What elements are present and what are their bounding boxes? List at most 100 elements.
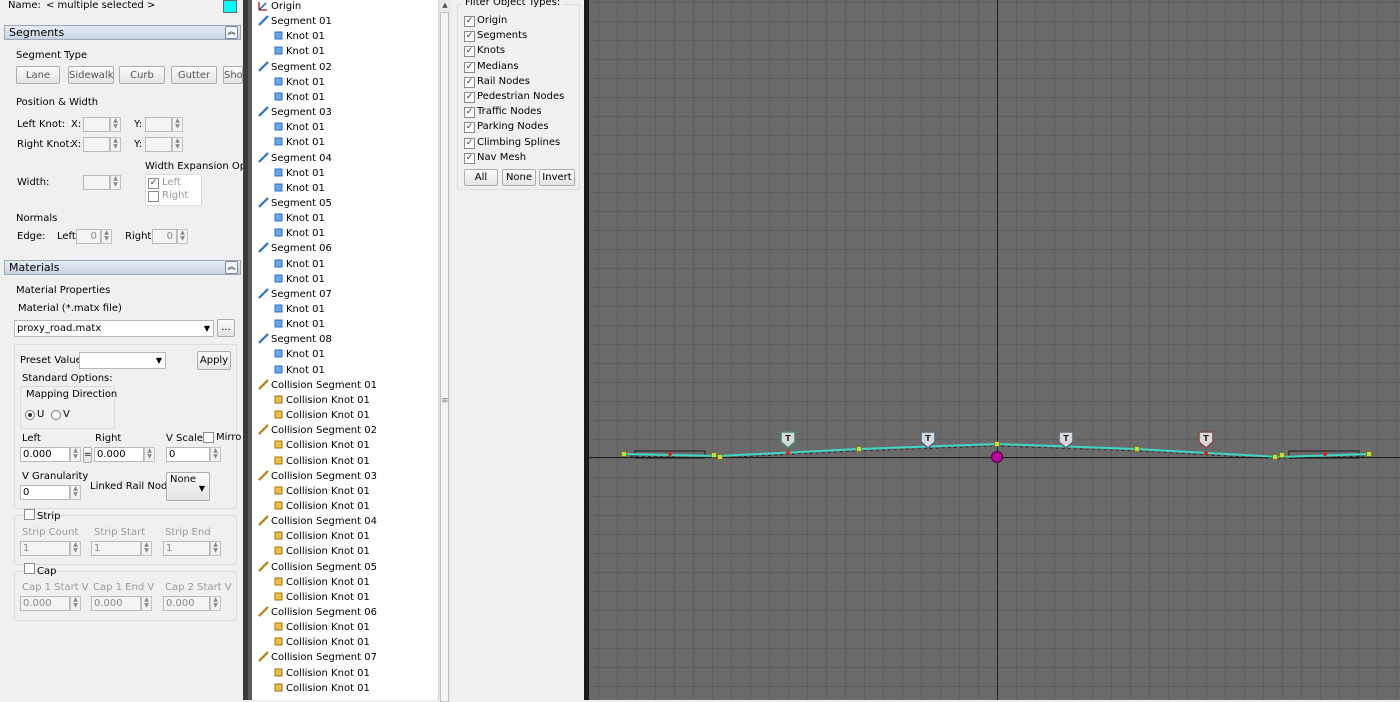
vscale-input[interactable]: 0 — [166, 447, 210, 462]
preset-values-select[interactable]: ▼ — [79, 352, 166, 369]
cap1-end-input[interactable]: 0.000 — [91, 596, 141, 611]
tree-item-knot[interactable]: Knot 01 — [273, 90, 325, 105]
filter-nav-mesh-checkbox[interactable]: ✓ — [464, 152, 475, 164]
collapse-icon[interactable]: ︽ — [225, 261, 238, 274]
tree-item-collision-segment[interactable]: Collision Segment 03 — [258, 469, 377, 484]
tree-item-segment[interactable]: Segment 07 — [258, 287, 332, 302]
segment-type-sidewalk-button[interactable]: Sidewalk — [68, 66, 114, 84]
tree-item-segment[interactable]: Segment 02 — [258, 60, 332, 75]
tree-item-collision-knot[interactable]: Collision Knot 01 — [273, 681, 370, 696]
filter-pedestrian-nodes-checkbox[interactable]: ✓ — [464, 92, 475, 103]
tree-item-collision-knot[interactable]: Collision Knot 01 — [273, 529, 370, 544]
tree-item-collision-knot[interactable]: Collision Knot 01 — [273, 666, 370, 681]
segments-section-header[interactable]: Segments ︽ — [4, 25, 241, 40]
scroll-up-arrow[interactable]: ▲ — [440, 0, 450, 10]
tree-item-collision-knot[interactable]: Collision Knot 01 — [273, 575, 370, 590]
tree-item-knot[interactable]: Knot 01 — [273, 302, 325, 317]
tree-item-collision-knot[interactable]: Collision Knot 01 — [273, 484, 370, 499]
left-knot-y-stepper[interactable]: ▲ ▼ — [172, 117, 183, 132]
tree-item-knot[interactable]: Knot 01 — [273, 257, 325, 272]
map-right-stepper[interactable]: ▲ ▼ — [144, 447, 155, 462]
tree-item-collision-knot[interactable]: Collision Knot 01 — [273, 635, 370, 650]
filter-medians-checkbox[interactable]: ✓ — [464, 61, 475, 73]
strip-count-stepper[interactable]: ▲ ▼ — [70, 541, 81, 556]
segment-type-gutter-button[interactable]: Gutter — [171, 66, 217, 84]
filter-climbing-splines-checkbox[interactable]: ✓ — [464, 137, 475, 149]
strip-start-stepper[interactable]: ▲ ▼ — [141, 541, 152, 556]
tree-item-segment[interactable]: Segment 06 — [258, 241, 332, 256]
tree-item-collision-knot[interactable]: Collision Knot 01 — [273, 620, 370, 635]
width-stepper[interactable]: ▲ ▼ — [110, 175, 121, 190]
tree-item-segment[interactable]: Segment 01 — [258, 14, 332, 29]
width-input[interactable] — [83, 175, 110, 190]
edge-left-input[interactable]: 0 — [76, 229, 101, 244]
materials-section-header[interactable]: Materials ︽ — [4, 260, 241, 275]
segment-type-sho-button[interactable]: Sho — [223, 66, 243, 84]
tree-item-collision-segment[interactable]: Collision Segment 05 — [258, 560, 377, 575]
cap2-start-stepper[interactable]: ▲ ▼ — [210, 596, 221, 611]
tree-item-knot[interactable]: Knot 01 — [273, 317, 325, 332]
tree-item-knot[interactable]: Knot 01 — [273, 211, 325, 226]
tree-item-collision-segment[interactable]: Collision Segment 07 — [258, 650, 377, 665]
strip-end-stepper[interactable]: ▲ ▼ — [210, 541, 221, 556]
map-left-input[interactable]: 0.000 — [20, 447, 70, 462]
tree-item-knot[interactable]: Knot 01 — [273, 272, 325, 287]
filter-segments-checkbox[interactable]: ✓ — [464, 31, 475, 43]
tree-item-collision-knot[interactable]: Collision Knot 01 — [273, 393, 370, 408]
mirror-checkbox[interactable] — [203, 432, 214, 443]
mapping-u-radio[interactable] — [25, 410, 35, 420]
segment-type-curb-button[interactable]: Curb — [119, 66, 165, 84]
tree-item-collision-segment[interactable]: Collision Segment 01 — [258, 378, 377, 393]
tree-item-segment[interactable]: Segment 04 — [258, 151, 332, 166]
strip-end-input[interactable]: 1 — [163, 541, 210, 556]
expansion-right-checkbox[interactable] — [148, 191, 159, 202]
tree-item-collision-knot[interactable]: Collision Knot 01 — [273, 544, 370, 559]
map-right-input[interactable]: 0.000 — [94, 447, 144, 462]
filter-invert-button[interactable]: Invert — [539, 169, 575, 186]
filter-knots-checkbox[interactable]: ✓ — [464, 46, 475, 58]
expansion-left-checkbox[interactable]: ✓ — [148, 178, 159, 189]
tree-item-collision-knot[interactable]: Collision Knot 01 — [273, 408, 370, 423]
vscale-stepper[interactable]: ▲ ▼ — [210, 447, 221, 462]
edge-right-input[interactable]: 0 — [152, 229, 177, 244]
browse-button[interactable]: ... — [217, 319, 235, 337]
tree-item-knot[interactable]: Knot 01 — [273, 135, 325, 150]
tree-item-collision-segment[interactable]: Collision Segment 06 — [258, 605, 377, 620]
tree-item-collision-knot[interactable]: Collision Knot 01 — [273, 590, 370, 605]
material-select[interactable]: proxy_road.matx ▼ — [14, 320, 214, 337]
segment-type-lane-button[interactable]: Lane — [16, 66, 60, 84]
tree-item-collision-knot[interactable]: Collision Knot 01 — [273, 454, 370, 469]
tree-item-knot[interactable]: Knot 01 — [273, 181, 325, 196]
strip-count-input[interactable]: 1 — [20, 541, 70, 556]
mapping-v-radio[interactable] — [51, 410, 61, 420]
cap1-end-stepper[interactable]: ▲ ▼ — [141, 596, 152, 611]
strip-checkbox[interactable] — [24, 509, 35, 520]
right-knot-y-stepper[interactable]: ▲ ▼ — [172, 137, 183, 152]
left-knot-x-input[interactable] — [83, 117, 110, 132]
tree-item-knot[interactable]: Knot 01 — [273, 75, 325, 90]
scrollbar-thumb[interactable] — [440, 12, 449, 702]
link-equal-button[interactable]: = — [83, 447, 92, 463]
filter-traffic-nodes-checkbox[interactable]: ✓ — [464, 107, 475, 119]
scene-viewport[interactable]: TTTT — [589, 0, 1400, 700]
cap-checkbox[interactable] — [24, 563, 35, 574]
linked-rail-select[interactable]: None ▼ — [166, 472, 210, 501]
collapse-icon[interactable]: ︽ — [225, 26, 238, 39]
tree-item-knot[interactable]: Knot 01 — [273, 44, 325, 59]
tree-item-knot[interactable]: Knot 01 — [273, 120, 325, 135]
filter-parking-nodes-checkbox[interactable]: ✓ — [464, 122, 475, 134]
color-swatch[interactable] — [223, 0, 237, 13]
tree-item-collision-knot[interactable]: Collision Knot 01 — [273, 438, 370, 453]
apply-button[interactable]: Apply — [197, 351, 231, 370]
right-knot-x-stepper[interactable]: ▲ ▼ — [110, 137, 121, 152]
left-knot-x-stepper[interactable]: ▲ ▼ — [110, 117, 121, 132]
tree-item-collision-knot[interactable]: Collision Knot 01 — [273, 499, 370, 514]
cap2-start-input[interactable]: 0.000 — [163, 596, 210, 611]
right-knot-x-input[interactable] — [83, 137, 110, 152]
tree-splitter[interactable] — [248, 0, 252, 700]
cap1-start-stepper[interactable]: ▲ ▼ — [70, 596, 81, 611]
tree-item-knot[interactable]: Knot 01 — [273, 226, 325, 241]
tree-item-collision-segment[interactable]: Collision Segment 04 — [258, 514, 377, 529]
tree-item-knot[interactable]: Knot 01 — [273, 363, 325, 378]
tree-item-segment[interactable]: Segment 05 — [258, 196, 332, 211]
